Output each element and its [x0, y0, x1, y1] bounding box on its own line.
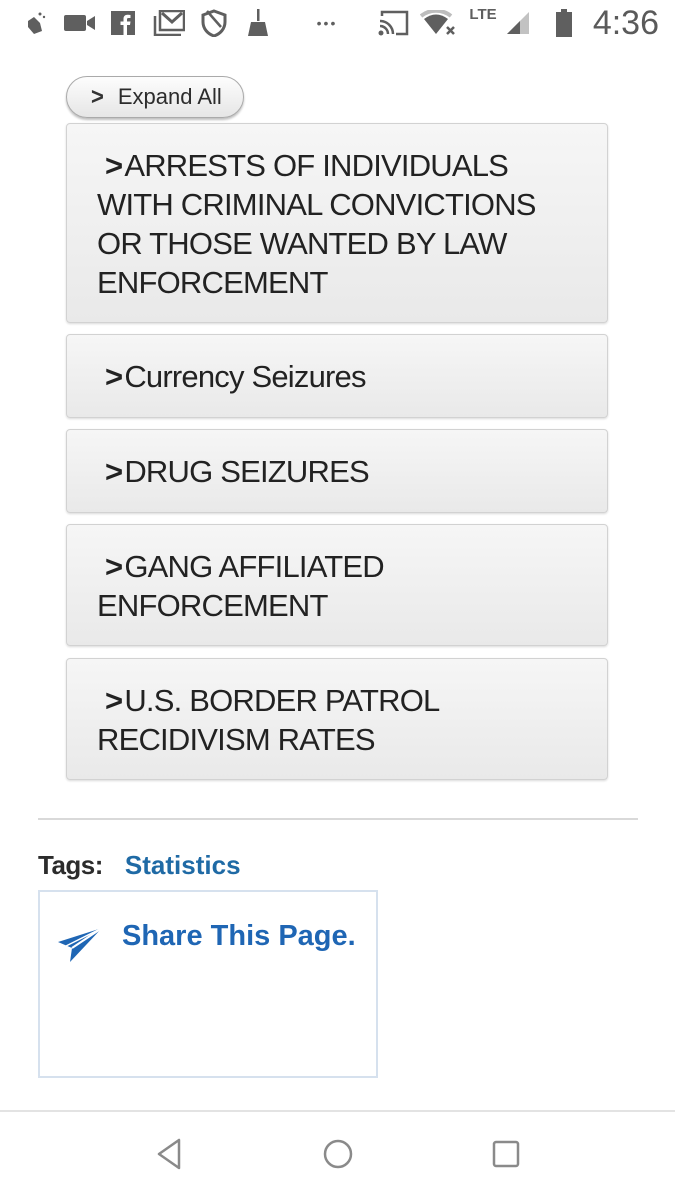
accordion-label: DRUG SEIZURES — [124, 454, 369, 489]
tags: Tags: Statistics — [38, 850, 241, 881]
chevron-right-icon: > — [105, 454, 123, 489]
divider — [38, 818, 638, 820]
accordion-item-drug-seizures[interactable]: >DRUG SEIZURES — [66, 429, 608, 513]
accordion-label: GANG AFFILIATED ENFORCEMENT — [97, 549, 385, 623]
chevron-right-icon: > — [105, 549, 123, 584]
battery-icon — [554, 9, 574, 37]
cast-icon — [378, 10, 410, 36]
recents-icon[interactable] — [492, 1138, 520, 1175]
accordion-item-arrests[interactable]: >ARRESTS OF INDIVIDUALS WITH CRIMINAL CO… — [66, 123, 608, 323]
clap-icon — [22, 10, 48, 36]
chevron-right-icon: > — [91, 82, 104, 111]
accordion-item-currency-seizures[interactable]: >Currency Seizures — [66, 334, 608, 418]
lte-icon: LTE — [469, 5, 497, 23]
gmail-icon — [152, 10, 186, 36]
share-link[interactable]: Share This Page. — [122, 920, 356, 953]
accordion-item-recidivism-rates[interactable]: >U.S. BORDER PATROL RECIDIVISM RATES — [66, 658, 608, 780]
broom-icon — [246, 9, 270, 36]
signal-icon — [506, 10, 532, 36]
nav-divider — [0, 1110, 675, 1112]
tags-label: Tags: — [38, 850, 103, 880]
clock: 4:36 — [592, 4, 659, 42]
accordion-label: U.S. BORDER PATROL RECIDIVISM RATES — [97, 683, 439, 757]
facebook-icon — [110, 10, 136, 36]
shield-icon — [200, 9, 228, 37]
chevron-right-icon: > — [105, 683, 123, 718]
video-camera-icon — [64, 10, 96, 36]
accordion-label: Currency Seizures — [124, 359, 366, 394]
accordion-label: ARRESTS OF INDIVIDUALS WITH CRIMINAL CON… — [97, 148, 537, 300]
back-icon[interactable] — [156, 1138, 182, 1175]
expand-all-button[interactable]: > Expand All — [66, 76, 244, 118]
chevron-right-icon: > — [105, 148, 123, 183]
status-bar: ••• LTE 4:36 — [0, 0, 675, 48]
expand-all-label: Expand All — [117, 84, 222, 109]
tag-link[interactable]: Statistics — [125, 850, 241, 880]
home-icon[interactable] — [322, 1138, 354, 1175]
share-box: Share This Page. — [38, 890, 378, 1078]
more-dots-icon: ••• — [316, 15, 338, 31]
wifi-off-icon — [420, 10, 456, 36]
paper-plane-icon[interactable] — [58, 926, 103, 967]
accordion-item-gang-enforcement[interactable]: >GANG AFFILIATED ENFORCEMENT — [66, 524, 608, 646]
chevron-right-icon: > — [105, 359, 123, 394]
